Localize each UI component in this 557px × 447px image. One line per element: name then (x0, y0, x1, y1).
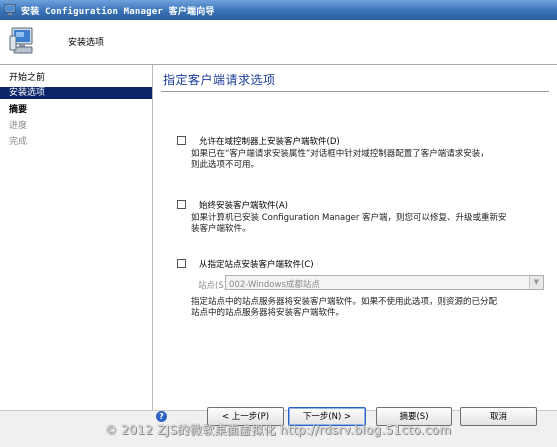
computer-setup-icon (9, 27, 33, 54)
always-install-checkbox[interactable] (177, 200, 186, 209)
nav-item-progress: 进度 (9, 121, 28, 131)
title-divider (161, 91, 549, 92)
title-bar[interactable]: 安装 Configuration Manager 客户端向导 (0, 0, 557, 20)
page-title: 指定客户端请求选项 (163, 73, 276, 87)
nav-item-installation-options[interactable]: 安装选项 (0, 87, 152, 99)
site-dropdown-value: 002-Windows成都站点 (229, 280, 320, 290)
always-install-label[interactable]: 始终安装客户端软件(A) (199, 199, 288, 211)
nav-item-before-you-begin[interactable]: 开始之前 (0, 72, 152, 84)
nav-item-completion: 完成 (9, 137, 28, 147)
wizard-header: 安装选项 (0, 20, 557, 65)
chevron-down-icon[interactable]: ▼ (529, 276, 543, 289)
option-description-line2: 装客户端软件。 (191, 224, 251, 234)
option-description-line2: 站点中的站点服务器将安装客户端软件。 (191, 308, 345, 318)
watermark-text: © 2012 ZJS的微软桌面虚拟化 http://rdsrv.blog.51c… (105, 423, 452, 437)
wizard-steps-nav: 开始之前 安装选项 摘要 进度 完成 (0, 65, 153, 410)
option-description-line2: 则此选项不可用。 (191, 160, 260, 170)
install-from-site-checkbox[interactable] (177, 259, 186, 268)
option-description-line1: 如果计算机已安装 Configuration Manager 客户端，则您可以修… (191, 213, 507, 223)
computer-icon (4, 4, 16, 15)
option-description-line1: 如果已在“客户端请求安装属性”对话框中针对域控制器配置了客户端请求安装， (191, 149, 489, 159)
allow-domain-controller-label[interactable]: 允许在域控制器上安装客户端软件(D) (199, 135, 340, 147)
site-dropdown[interactable]: 002-Windows成都站点 ▼ (225, 275, 544, 290)
nav-item-summary: 摘要 (9, 105, 28, 115)
header-title: 安装选项 (68, 38, 105, 48)
window-title: 安装 Configuration Manager 客户端向导 (21, 6, 215, 17)
option-description-line1: 指定站点中的站点服务器将安装客户端软件。如果不使用此选项，则资源的已分配 (191, 297, 498, 307)
cancel-button[interactable]: 取消 (460, 407, 537, 426)
install-from-site-label[interactable]: 从指定站点安装客户端软件(C) (199, 258, 314, 270)
allow-domain-controller-checkbox[interactable] (177, 136, 186, 145)
main-panel: 指定客户端请求选项 允许在域控制器上安装客户端软件(D) 如果已在“客户端请求安… (153, 65, 557, 410)
